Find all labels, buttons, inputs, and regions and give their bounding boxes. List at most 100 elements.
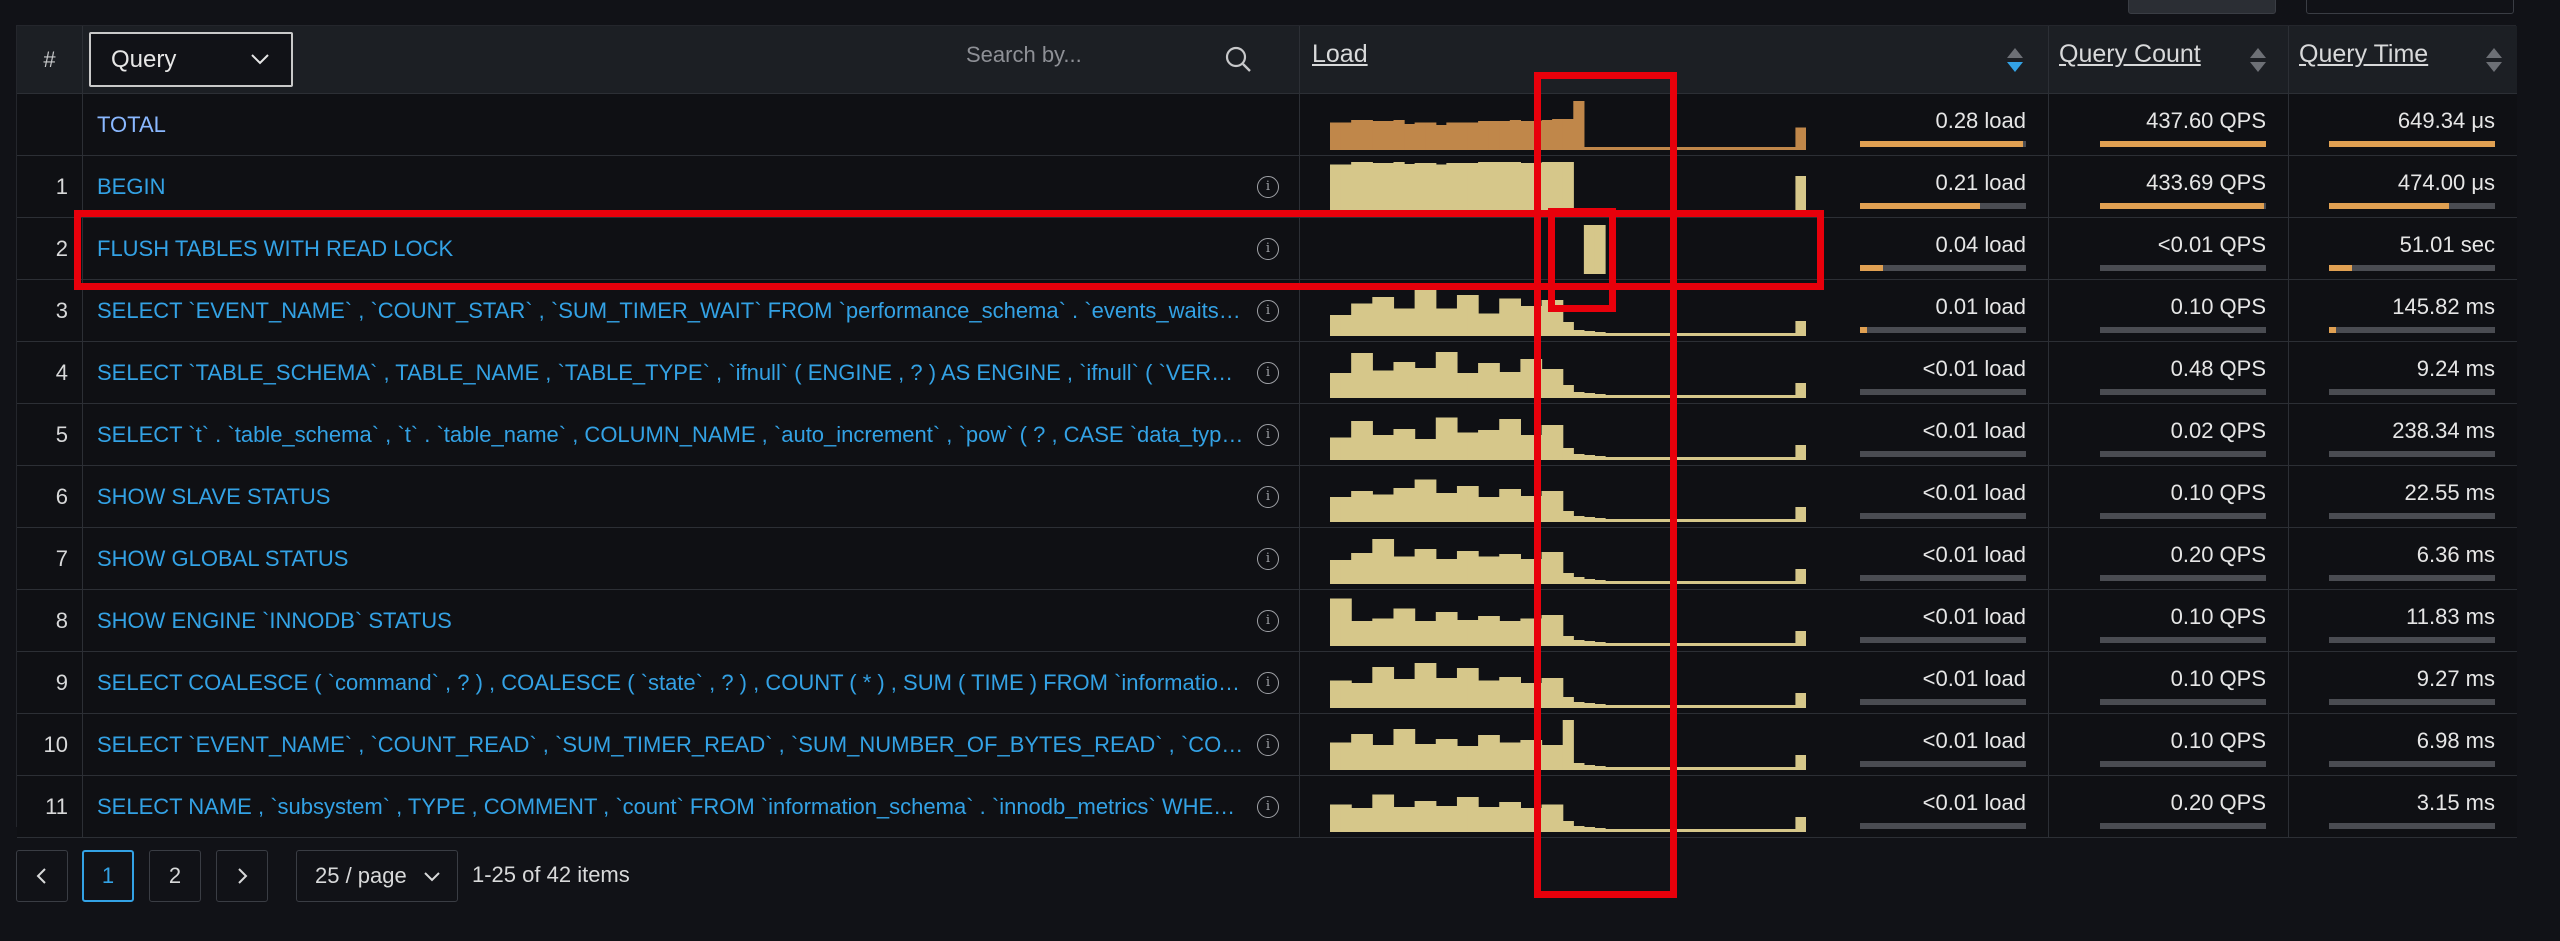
- info-icon[interactable]: i: [1257, 548, 1279, 570]
- sparkline-bar: [1382, 667, 1395, 708]
- query-text-link[interactable]: SELECT `EVENT_NAME` , `COUNT_READ` , `SU…: [97, 714, 1247, 776]
- sparkline-bar: [1499, 802, 1511, 832]
- pagination-total: 1-25 of 42 items: [472, 862, 630, 887]
- sparkline-bar: [1509, 489, 1521, 522]
- query-text-link[interactable]: SHOW ENGINE `INNODB` STATUS: [97, 590, 1247, 652]
- load-value: 0.21 load: [1935, 170, 2026, 195]
- sparkline-bar: [1763, 829, 1775, 832]
- query-time-column-title[interactable]: Query Time: [2299, 40, 2428, 69]
- query-text-link[interactable]: SHOW GLOBAL STATUS: [97, 528, 1247, 590]
- sparkline-bar: [1382, 121, 1395, 150]
- sparkline-bar: [1774, 643, 1786, 646]
- info-icon[interactable]: i: [1257, 362, 1279, 384]
- query-text-link[interactable]: TOTAL: [97, 94, 1247, 156]
- query-count-bar: [2100, 575, 2266, 581]
- sparkline-bar: [1700, 457, 1712, 460]
- query-text-link[interactable]: SELECT COALESCE ( `command` , ? ) , COAL…: [97, 652, 1247, 714]
- load-value: <0.01 load: [1922, 418, 2026, 443]
- table-row[interactable]: 4 SELECT `TABLE_SCHEMA` , TABLE_NAME , `…: [17, 342, 2517, 404]
- table-row-total[interactable]: TOTAL 0.28 load 437.60 QPS 649.34 μs: [17, 94, 2517, 156]
- query-text-link[interactable]: SHOW SLAVE STATUS: [97, 466, 1247, 528]
- sparkline-bar: [1425, 368, 1437, 398]
- sparkline-bar: [1520, 808, 1532, 832]
- sparkline-bar: [1774, 457, 1786, 460]
- load-bar: [1860, 513, 2026, 519]
- info-icon[interactable]: i: [1257, 610, 1279, 632]
- query-count-column-title[interactable]: Query Count: [2059, 40, 2201, 69]
- table-row[interactable]: 8 SHOW ENGINE `INNODB` STATUS i <0.01 lo…: [17, 590, 2517, 652]
- sparkline-bar: [1488, 121, 1500, 150]
- query-count-value: 0.20 QPS: [2170, 790, 2266, 815]
- query-time-column-header[interactable]: Query Time: [2289, 26, 2517, 94]
- sparkline-bar: [1795, 631, 1806, 646]
- sparkline-bar: [1351, 353, 1363, 398]
- query-count-value: 433.69 QPS: [2146, 170, 2266, 195]
- pagination-next-button[interactable]: [216, 850, 268, 902]
- query-text-link[interactable]: SELECT `TABLE_SCHEMA` , TABLE_NAME , `TA…: [97, 342, 1247, 404]
- table-row[interactable]: 7 SHOW GLOBAL STATUS i <0.01 load 0.20 Q…: [17, 528, 2517, 590]
- query-count-column-header[interactable]: Query Count: [2049, 26, 2289, 94]
- sparkline-bar: [1763, 581, 1775, 584]
- page-size-select[interactable]: 25 / page: [296, 850, 458, 902]
- table-row[interactable]: 10 SELECT `EVENT_NAME` , `COUNT_READ` , …: [17, 714, 2517, 776]
- sort-icon[interactable]: [2485, 46, 2503, 74]
- query-group-select[interactable]: Query: [89, 32, 293, 87]
- search-input[interactable]: Search by...: [966, 42, 1082, 68]
- sparkline-bar: [1689, 705, 1701, 708]
- sparkline-bar: [1330, 804, 1342, 832]
- sparkline-bar: [1351, 303, 1363, 336]
- sparkline-bar: [1488, 363, 1500, 398]
- table-row[interactable]: 6 SHOW SLAVE STATUS i <0.01 load 0.10 QP…: [17, 466, 2517, 528]
- info-icon[interactable]: i: [1257, 734, 1279, 756]
- table-row[interactable]: 9 SELECT COALESCE ( `command` , ? ) , CO…: [17, 652, 2517, 714]
- query-time-value: 649.34 μs: [2397, 108, 2495, 133]
- load-column-title[interactable]: Load: [1312, 40, 1368, 69]
- table-row[interactable]: 5 SELECT `t` . `table_schema` , `t` . `t…: [17, 404, 2517, 466]
- sparkline-bar: [1795, 176, 1806, 212]
- pagination-page-1[interactable]: 1: [82, 850, 134, 902]
- sort-icon[interactable]: [2249, 46, 2267, 74]
- info-icon[interactable]: i: [1257, 672, 1279, 694]
- sparkline-bar: [1753, 333, 1765, 336]
- sparkline-bar: [1404, 308, 1416, 336]
- query-time-value: 6.36 ms: [2416, 542, 2495, 567]
- sparkline-bar: [1753, 519, 1765, 522]
- table-row[interactable]: 11 SELECT NAME , `subsystem` , TYPE , CO…: [17, 776, 2517, 838]
- sparkline-bar: [1742, 767, 1754, 770]
- sparkline-bar: [1404, 488, 1416, 522]
- sparkline-bar: [1446, 559, 1458, 584]
- sparkline-bar: [1742, 333, 1754, 336]
- search-icon[interactable]: [1223, 44, 1253, 74]
- query-time-bar-fill: [2329, 203, 2449, 209]
- sort-icon[interactable]: [2006, 46, 2024, 74]
- sparkline-bar: [1340, 742, 1352, 770]
- sparkline-bar: [1499, 554, 1511, 584]
- top-action-button-1[interactable]: [2128, 0, 2276, 14]
- top-action-button-2[interactable]: [2306, 0, 2514, 14]
- info-icon[interactable]: i: [1257, 424, 1279, 446]
- sparkline-bar: [1404, 608, 1416, 646]
- info-icon[interactable]: i: [1257, 486, 1279, 508]
- table-row[interactable]: 1 BEGIN i 0.21 load 433.69 QPS 474.00 μs: [17, 156, 2517, 218]
- pagination-prev-button[interactable]: [16, 850, 68, 902]
- info-icon[interactable]: i: [1257, 300, 1279, 322]
- sparkline-bar: [1467, 746, 1479, 770]
- query-text-link[interactable]: SELECT `t` . `table_schema` , `t` . `tab…: [97, 404, 1247, 466]
- row-index: 5: [17, 404, 83, 466]
- info-icon[interactable]: i: [1257, 796, 1279, 818]
- sparkline-bar: [1456, 373, 1469, 398]
- sparkline-bar: [1700, 581, 1712, 584]
- query-time-value: 474.00 μs: [2397, 170, 2495, 195]
- pagination-page-2[interactable]: 2: [149, 850, 201, 902]
- info-icon[interactable]: i: [1257, 176, 1279, 198]
- query-text-link[interactable]: BEGIN: [97, 156, 1247, 218]
- query-count-bar: [2100, 141, 2266, 147]
- sparkline-bar: [1425, 439, 1437, 460]
- sparkline-bar: [1446, 417, 1458, 460]
- load-bar-fill: [1860, 327, 1867, 333]
- load-bar: [1860, 203, 2026, 209]
- sparkline-bar: [1488, 807, 1500, 832]
- sparkline-bar: [1520, 121, 1532, 150]
- sparkline-bar: [1435, 125, 1447, 150]
- query-text-link[interactable]: SELECT NAME , `subsystem` , TYPE , COMME…: [97, 776, 1247, 838]
